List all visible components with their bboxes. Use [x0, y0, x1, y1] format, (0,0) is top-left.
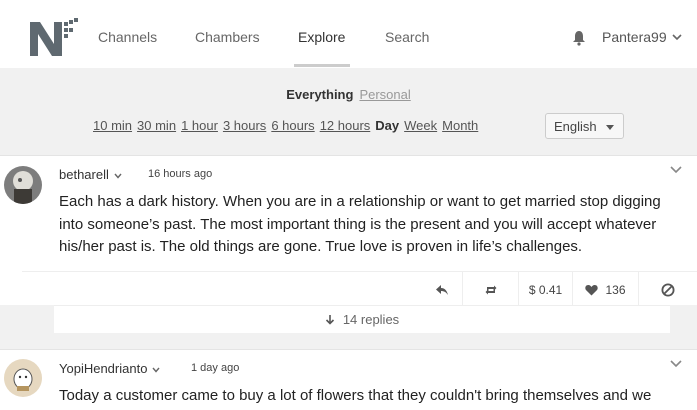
time-6hours[interactable]: 6 hours	[271, 118, 314, 133]
time-1hour[interactable]: 1 hour	[181, 118, 218, 133]
nav-chambers[interactable]: Chambers	[195, 29, 260, 45]
chevron-down-icon[interactable]	[672, 33, 682, 41]
language-select-value: English	[554, 119, 597, 134]
chevron-down-icon[interactable]	[114, 173, 122, 179]
post-actions: $ 0.41 136	[22, 271, 697, 307]
caret-down-icon	[606, 125, 614, 130]
time-month[interactable]: Month	[442, 118, 478, 133]
bell-icon[interactable]	[572, 30, 586, 46]
nav-explore[interactable]: Explore	[298, 29, 345, 45]
avatar[interactable]	[4, 166, 42, 204]
replies-count: 14 replies	[342, 312, 400, 327]
feed-toggle: Everything Personal	[0, 87, 697, 102]
feed-everything[interactable]: Everything	[286, 87, 353, 102]
time-day[interactable]: Day	[375, 118, 399, 133]
feed-personal[interactable]: Personal	[359, 87, 410, 102]
logo[interactable]	[28, 12, 80, 60]
post-body: Today a customer came to buy a lot of fl…	[59, 387, 652, 404]
reply-button[interactable]	[22, 272, 462, 307]
repost-icon	[485, 285, 496, 294]
nav-channels[interactable]: Channels	[98, 29, 157, 45]
payout-button[interactable]: $ 0.41	[518, 272, 572, 307]
top-navbar: Channels Chambers Explore Search Pantera…	[0, 0, 697, 68]
like-count: 136	[605, 282, 626, 297]
avatar[interactable]	[4, 359, 42, 397]
post-timestamp[interactable]: 1 day ago	[191, 362, 239, 374]
user-menu[interactable]: Pantera99	[602, 29, 667, 45]
like-button[interactable]: 136	[572, 272, 638, 307]
post-author[interactable]: betharell	[59, 167, 122, 182]
post-body: Each has a dark history. When you are in…	[59, 193, 661, 255]
time-12hours[interactable]: 12 hours	[320, 118, 371, 133]
time-filter-bar: 10 min 30 min 1 hour 3 hours 6 hours 12 hours…	[93, 118, 483, 133]
heart-icon	[585, 284, 599, 295]
chevron-down-icon[interactable]	[670, 166, 682, 174]
post-author[interactable]: YopiHendrianto	[59, 361, 160, 376]
repost-button[interactable]	[462, 272, 518, 307]
post-timestamp[interactable]: 16 hours ago	[148, 168, 212, 180]
active-tab-indicator	[294, 64, 350, 67]
block-icon	[661, 283, 675, 296]
post-card: YopiHendrianto 1 day ago Today a custome…	[0, 349, 697, 410]
time-10min[interactable]: 10 min	[93, 118, 132, 133]
arrow-down-icon	[325, 315, 334, 325]
show-replies-button[interactable]: 14 replies	[54, 305, 670, 333]
chevron-down-icon[interactable]	[670, 360, 682, 368]
reply-icon	[436, 284, 448, 295]
time-3hours[interactable]: 3 hours	[223, 118, 266, 133]
nav-search[interactable]: Search	[385, 29, 429, 45]
post-card: betharell 16 hours ago Each has a dark h…	[0, 155, 697, 307]
chevron-down-icon[interactable]	[152, 367, 160, 373]
language-select[interactable]: English	[545, 113, 624, 139]
time-week[interactable]: Week	[404, 118, 437, 133]
flag-button[interactable]	[638, 272, 697, 307]
time-30min[interactable]: 30 min	[137, 118, 176, 133]
